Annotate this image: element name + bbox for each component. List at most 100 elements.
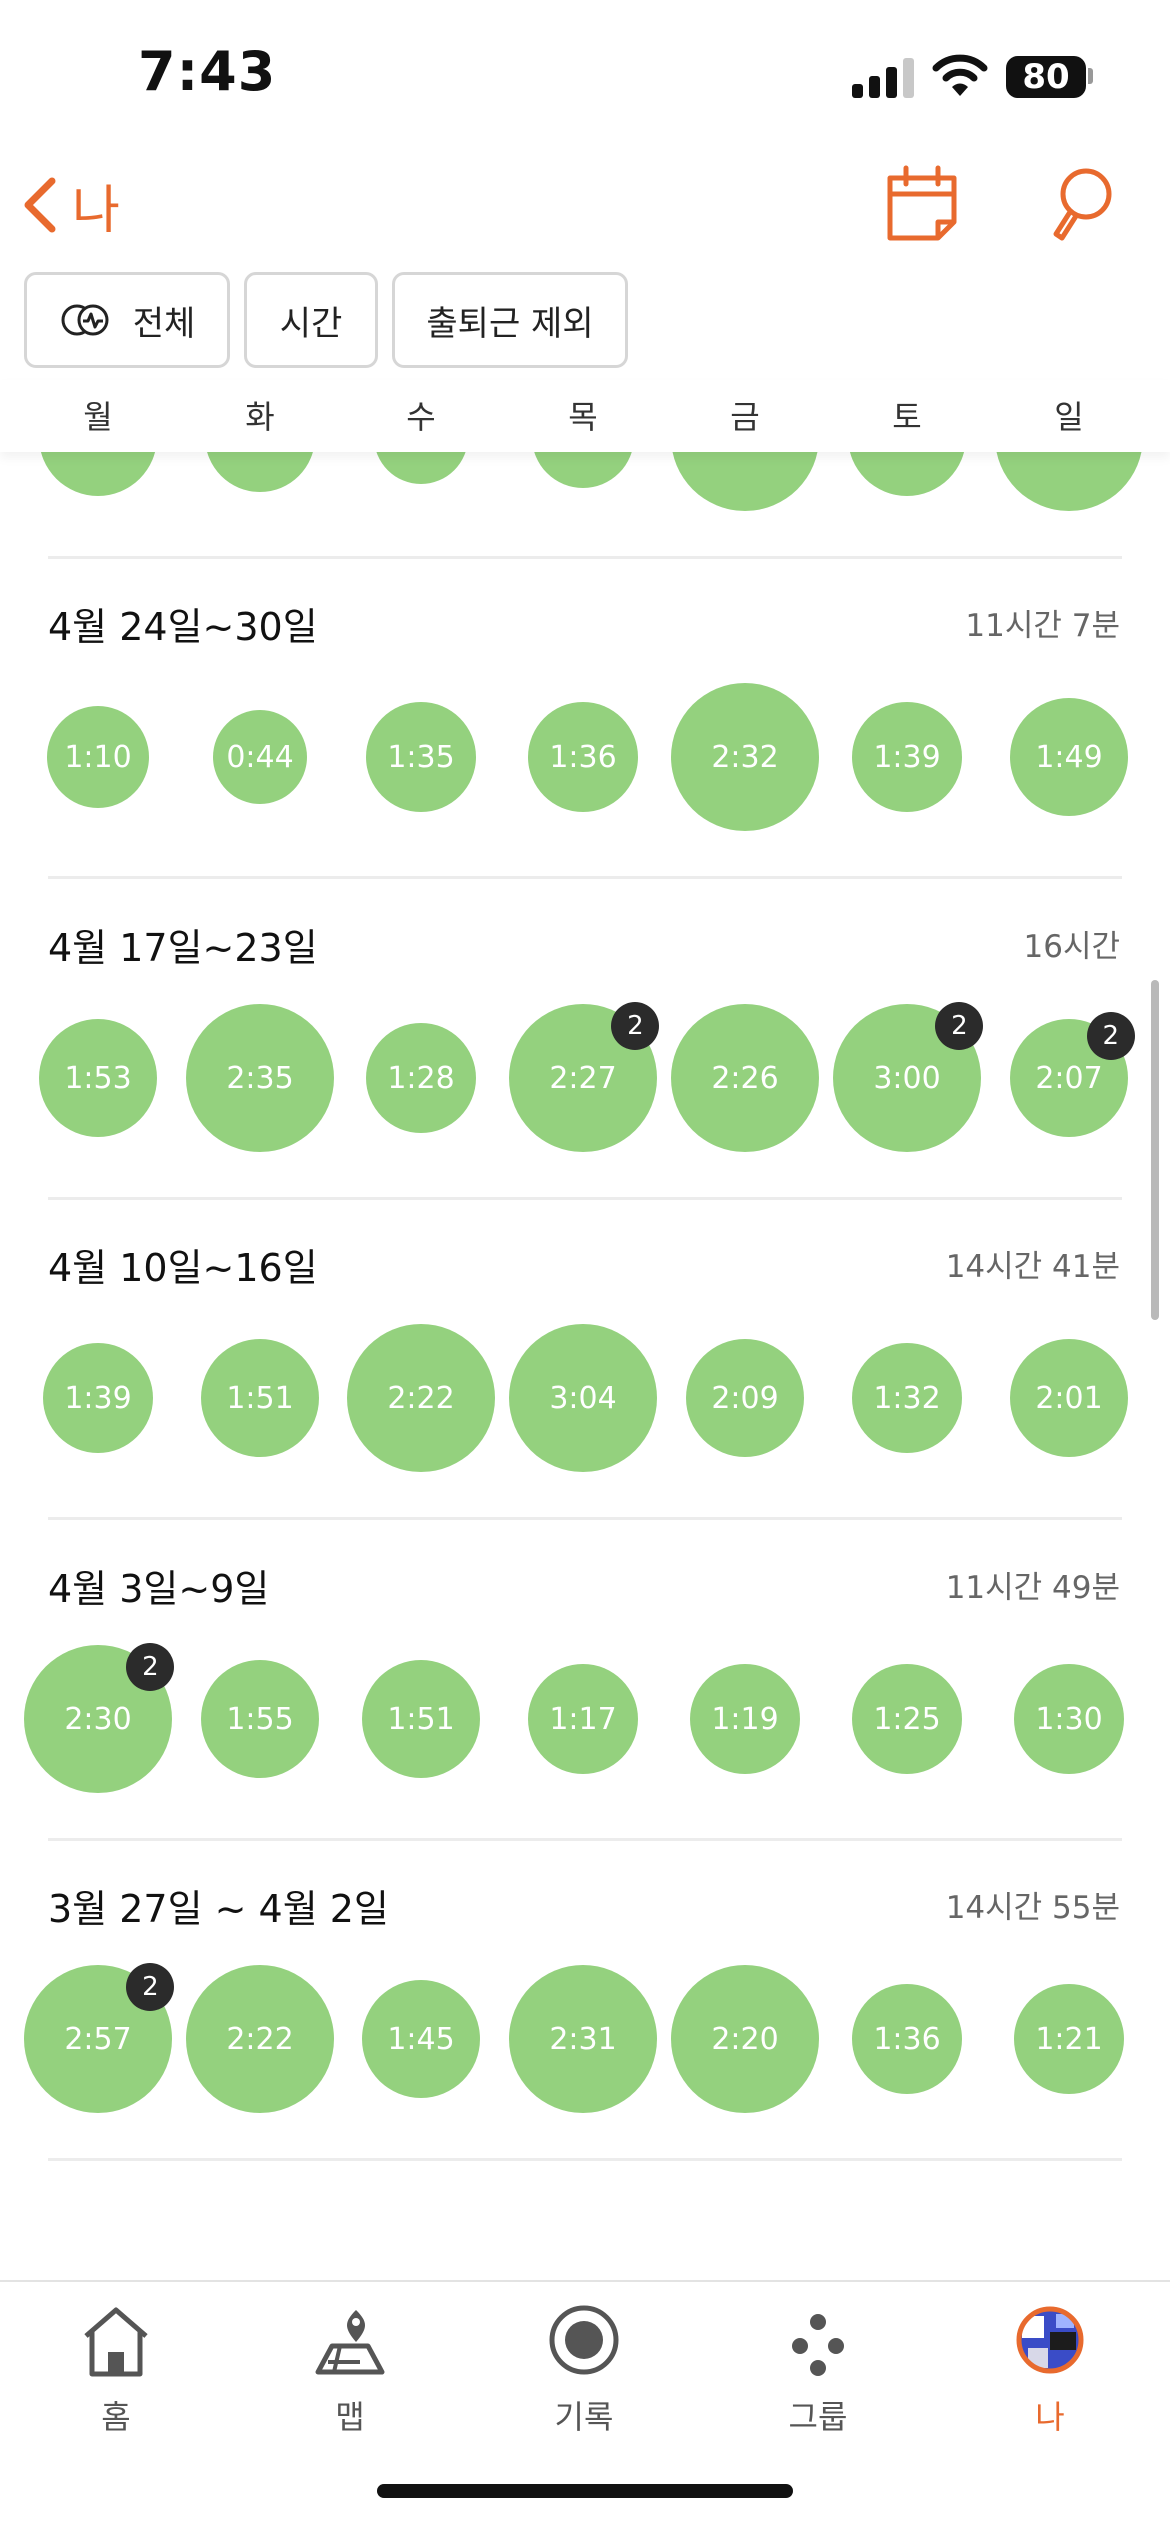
day-activity-bubble[interactable]: 2:20 <box>671 1965 819 2113</box>
day-duration-label: 2:22 <box>387 1380 455 1416</box>
week-section: 4월 10일~16일 14시간 41분 1:39 1:51 2:22 3:04 2:09 1:… <box>0 1199 1170 1520</box>
day-activity-bubble[interactable]: 3:04 <box>509 1324 657 1472</box>
filter-exclude-commute-chip[interactable]: 출퇴근 제외 <box>392 272 628 368</box>
week-total-duration: 11시간 49분 <box>945 1570 1120 1606</box>
tab-group-label: 그룹 <box>788 2398 848 2436</box>
weekday-label: 토 <box>892 398 922 436</box>
week-total-duration: 16시간 <box>1023 929 1121 965</box>
day-activity-bubble[interactable]: 2:09 <box>686 1339 804 1457</box>
battery-cap <box>1088 68 1093 84</box>
day-activity-bubble[interactable]: 1:10 <box>47 706 149 808</box>
week-total-duration: 14시간 41분 <box>945 1249 1120 1285</box>
filter-exclude-commute-label: 출퇴근 제외 <box>426 303 594 344</box>
day-activity-bubble[interactable]: 1:53 <box>39 1019 157 1137</box>
day-activity-bubble[interactable]: 1:21 <box>1014 1984 1124 2094</box>
weekday-label: 수 <box>406 398 436 436</box>
day-duration-label: 1:45 <box>387 2021 455 2057</box>
map-icon <box>315 2310 385 2375</box>
week-range: 4월 17일~23일 <box>48 926 318 970</box>
day-activity-bubble[interactable]: 1:51 <box>201 1339 319 1457</box>
day-duration-label: 2:07 <box>1035 1060 1103 1096</box>
day-activity-bubble[interactable]: 1:30 <box>1014 1664 1124 1774</box>
week-range: 4월 3일~9일 <box>48 1567 270 1611</box>
day-activity-bubble[interactable]: 2:26 <box>671 1004 819 1152</box>
day-duration-label: 1:35 <box>387 739 455 775</box>
back-button[interactable]: 나 <box>20 170 120 241</box>
day-activity-bubble[interactable]: 1:36 <box>528 702 638 812</box>
tab-map-label: 맵 <box>335 2398 365 2436</box>
day-duration-label: 1:42 <box>226 452 293 455</box>
day-duration-label: 1:28 <box>387 1060 455 1096</box>
day-activity-bubble[interactable]: 1:50 <box>848 452 966 496</box>
day-duration-label: 1:53 <box>64 1060 132 1096</box>
week-range: 4월 24일~30일 <box>48 605 318 649</box>
day-duration-label: 2:09 <box>711 1380 779 1416</box>
day-duration-label: 1:17 <box>549 1701 617 1737</box>
day-activity-bubble[interactable]: 1:28 <box>366 1023 476 1133</box>
day-duration-label: 0:52 <box>387 452 454 455</box>
all-activities-icon <box>61 304 109 336</box>
scroll-indicator[interactable] <box>1151 980 1159 1320</box>
week-list[interactable]: 2:061:420:521:092:3221:5033:2524월 24일~30… <box>0 452 1170 2280</box>
week-section: 4월 3일~9일 11시간 49분 2:30 2 1:55 1:51 1:17 1:19 1:2… <box>0 1520 1170 1841</box>
filter-time-chip[interactable]: 시간 <box>244 272 378 368</box>
search-icon[interactable] <box>1048 164 1116 244</box>
battery-indicator: 80 <box>1006 56 1086 98</box>
tab-map[interactable]: 맵 <box>275 2296 425 2446</box>
day-duration-label: 1:51 <box>226 1380 294 1416</box>
day-activity-bubble[interactable]: 2:32 <box>671 452 819 511</box>
day-duration-label: 2:32 <box>711 452 778 455</box>
day-activity-bubble[interactable]: 1:25 <box>852 1664 962 1774</box>
day-activity-bubble[interactable]: 1:42 <box>205 452 315 492</box>
calendar-icon[interactable] <box>884 164 960 244</box>
day-activity-bubble[interactable]: 2:22 <box>347 1324 495 1472</box>
day-activity-bubble[interactable]: 3:25 <box>995 452 1143 511</box>
tab-home-label: 홈 <box>101 2398 131 2436</box>
activity-count-badge: 2 <box>935 1001 984 1050</box>
tab-home[interactable]: 홈 <box>41 2296 191 2446</box>
day-activity-bubble[interactable]: 1:49 <box>1010 698 1128 816</box>
day-activity-bubble[interactable]: 1:55 <box>201 1660 319 1778</box>
filter-all-chip[interactable]: 전체 <box>24 272 230 368</box>
day-activity-bubble[interactable]: 2:22 <box>186 1965 334 2113</box>
day-activity-bubble[interactable]: 2:31 <box>509 1965 657 2113</box>
tab-me-label: 나 <box>1035 2398 1065 2436</box>
day-activity-bubble[interactable]: 1:39 <box>43 1343 153 1453</box>
activity-count-badge: 2 <box>1086 1012 1135 1061</box>
day-duration-label: 1:51 <box>387 1701 455 1737</box>
day-activity-bubble[interactable]: 0:44 <box>213 710 307 804</box>
day-duration-label: 1:39 <box>64 1380 132 1416</box>
day-activity-bubble[interactable]: 0:52 <box>374 452 468 484</box>
nav-header: 나 <box>0 150 1170 260</box>
weekday-header: 월화수목금토일 <box>0 380 1170 452</box>
day-activity-bubble[interactable]: 2:01 <box>1010 1339 1128 1457</box>
day-activity-bubble[interactable]: 1:36 <box>852 1984 962 2094</box>
day-duration-label: 2:06 <box>64 452 131 455</box>
day-activity-bubble[interactable]: 1:19 <box>690 1664 800 1774</box>
day-duration-label: 1:25 <box>873 1701 941 1737</box>
day-activity-bubble[interactable]: 2:32 <box>671 683 819 831</box>
weekday-label: 금 <box>730 398 760 436</box>
day-activity-bubble[interactable]: 1:35 <box>366 702 476 812</box>
day-activity-bubble[interactable]: 1:17 <box>528 1664 638 1774</box>
week-section: 2:061:420:521:092:3221:5033:252 <box>0 452 1170 559</box>
day-activity-bubble[interactable]: 1:45 <box>362 1980 480 2098</box>
day-duration-label: 3:25 <box>1035 452 1102 455</box>
day-activity-bubble[interactable]: 1:09 <box>532 452 634 488</box>
filter-all-label: 전체 <box>132 303 196 344</box>
day-duration-label: 2:30 <box>64 1701 132 1737</box>
tab-group[interactable]: 그룹 <box>743 2296 893 2446</box>
day-activity-bubble[interactable]: 1:39 <box>852 702 962 812</box>
day-activity-bubble[interactable]: 2:35 <box>186 1004 334 1152</box>
day-duration-label: 1:10 <box>64 739 132 775</box>
day-activity-bubble[interactable]: 1:32 <box>852 1343 962 1453</box>
day-activity-bubble[interactable]: 1:51 <box>362 1660 480 1778</box>
day-duration-label: 3:00 <box>873 1060 941 1096</box>
day-duration-label: 1:49 <box>1035 739 1103 775</box>
tab-record[interactable]: 기록 <box>509 2296 659 2446</box>
home-icon <box>84 2307 148 2377</box>
day-activity-bubble[interactable]: 2:06 <box>39 452 157 496</box>
activity-count-badge: 2 <box>126 1642 175 1691</box>
tab-me[interactable]: 나 <box>975 2296 1125 2446</box>
week-range: 4월 10일~16일 <box>48 1246 318 1290</box>
